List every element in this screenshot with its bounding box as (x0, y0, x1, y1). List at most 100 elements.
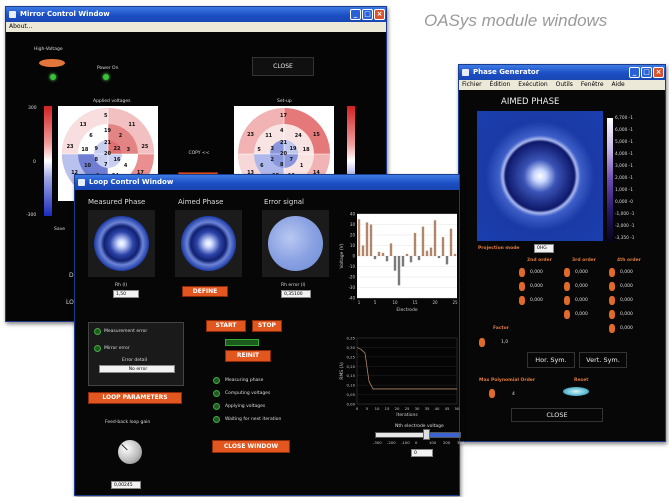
coef-stepper[interactable] (609, 310, 615, 319)
bar-24 (449, 228, 453, 256)
coef-stepper[interactable] (609, 268, 615, 277)
coef-value: 0,000 (575, 312, 588, 317)
electrode-number: 4 (123, 162, 128, 169)
phase-close-button[interactable]: CLOSE (511, 408, 603, 422)
reset-button[interactable] (563, 387, 589, 396)
coef-stepper[interactable] (519, 268, 525, 277)
electrode-voltage-slider[interactable] (375, 432, 461, 438)
max-order-value: 4 (512, 392, 515, 397)
coef-stepper[interactable] (609, 296, 615, 305)
reset-label: Reset (574, 378, 589, 383)
menu-outils[interactable]: Outils (556, 81, 573, 88)
bar-17 (421, 226, 425, 256)
close-button[interactable]: × (653, 67, 664, 78)
rh-error-field[interactable]: 0,35100 (281, 290, 311, 298)
electrode-number: 7 (289, 156, 293, 163)
mirror-close-button[interactable]: CLOSE (252, 57, 314, 76)
measurement-error-label: Measurement error (104, 329, 148, 334)
rms-y-tick: 0,20 (347, 364, 356, 369)
menu-fenetre[interactable]: Fenêtre (581, 81, 604, 88)
step-led-4 (213, 416, 220, 423)
coef-value: 0,000 (530, 298, 543, 303)
menu-fichier[interactable]: Fichier (462, 81, 482, 88)
electrode-number: 20 (104, 151, 111, 157)
max-order-label: Max Polynomial Order (479, 378, 536, 383)
mirror-error-label: Mirror error (104, 346, 130, 351)
phase-colorbar (607, 118, 613, 242)
close-button[interactable]: × (374, 9, 385, 20)
bar-4 (369, 224, 373, 256)
bar-y-tick: -30 (348, 285, 355, 290)
rh-field[interactable]: 1,50 (113, 290, 139, 298)
coef-stepper[interactable] (564, 310, 570, 319)
measured-phase-title: Measured Phase (88, 198, 146, 206)
coef-stepper[interactable] (564, 268, 570, 277)
phase-scale: 6,700 -1 6,000 -1 5,000 -1 4,000 -1 3,000 -1… (615, 116, 663, 246)
menu-execution[interactable]: Exécution (518, 81, 547, 88)
mirror-title-bar[interactable]: Mirror Control Window _ □ × (6, 7, 386, 22)
aimed-phase-title: AIMED PHASE (501, 97, 560, 107)
minimize-button[interactable]: _ (629, 67, 640, 78)
menu-about[interactable]: About... (9, 23, 32, 30)
projection-mode-select[interactable]: 0HG (534, 244, 554, 253)
menu-edition[interactable]: Édition (490, 81, 511, 88)
max-order-stepper[interactable] (489, 389, 495, 398)
maximize-button[interactable]: □ (362, 9, 373, 20)
step-led-1 (213, 377, 220, 384)
menu-aide[interactable]: Aide (611, 81, 624, 88)
minimize-button[interactable]: _ (350, 9, 361, 20)
slider-value-field[interactable]: 0 (411, 449, 433, 457)
electrode-number: 2 (118, 133, 123, 140)
high-voltage-toggle[interactable] (39, 59, 65, 67)
electrode-number: 10 (84, 162, 92, 169)
electrode-number: 8 (280, 162, 284, 168)
bar-14 (409, 256, 413, 263)
bar-x-tick: 20 (432, 300, 438, 305)
phase-title-bar[interactable]: Phase Generator _ □ × (459, 65, 665, 80)
define-button[interactable]: DEFINE (182, 286, 228, 297)
phase-scale-tick: 0,000 -0 (615, 200, 633, 205)
gain-field[interactable]: 0,00245 (111, 481, 141, 489)
maximize-button[interactable]: □ (641, 67, 652, 78)
bar-x-label: Electrode (396, 307, 417, 313)
slider-tick: -300 (373, 440, 382, 445)
coef-stepper[interactable] (564, 282, 570, 291)
bar-y-tick: -40 (348, 296, 355, 301)
mirror-title: Mirror Control Window (20, 10, 110, 18)
caption: OASys module windows (424, 11, 608, 30)
coef-stepper[interactable] (564, 296, 570, 305)
loop-parameters-button[interactable]: LOOP PARAMETERS (88, 392, 182, 404)
rms-x-tick: 35 (425, 406, 430, 411)
electrode-number: 23 (66, 144, 74, 151)
rms-x-tick: 0 (356, 406, 359, 411)
hor-sym-button[interactable]: Hor. Sym. (527, 352, 575, 368)
slider-thumb[interactable] (423, 429, 430, 440)
bar-13 (405, 253, 409, 256)
stop-button[interactable]: STOP (252, 320, 282, 332)
electrode-number: 18 (302, 147, 310, 153)
bar-15 (413, 232, 417, 256)
bar-y-tick: 10 (350, 243, 356, 248)
order2-label: 2nd order (527, 258, 552, 263)
reinit-button[interactable]: REINIT (225, 350, 271, 362)
loop-title-bar[interactable]: Loop Control Window (75, 175, 459, 190)
electrode-number: 6 (260, 162, 264, 169)
coef-stepper[interactable] (609, 324, 615, 333)
electrode-number: 5 (104, 113, 108, 119)
vert-sym-button[interactable]: Vert. Sym. (579, 352, 627, 368)
coef-stepper[interactable] (609, 282, 615, 291)
phase-scale-tick: 4,000 -1 (615, 152, 633, 157)
copy-button[interactable]: COPY << (182, 151, 216, 159)
electrode-number: 21 (104, 140, 111, 146)
projection-mode-label: Projection mode (478, 246, 520, 251)
electrode-number: 6 (89, 133, 93, 140)
phase-scale-tick: -1,000 -1 (615, 212, 635, 217)
phase-scale-tick: 3,000 -1 (615, 164, 633, 169)
rms-x-tick: 10 (375, 406, 380, 411)
start-button[interactable]: START (206, 320, 246, 332)
close-window-button[interactable]: CLOSE WINDOW (212, 440, 290, 453)
coef-stepper[interactable] (519, 296, 525, 305)
coef-stepper[interactable] (519, 282, 525, 291)
factor-stepper[interactable] (479, 338, 485, 347)
step-label-2: Computing voltages (225, 391, 271, 396)
